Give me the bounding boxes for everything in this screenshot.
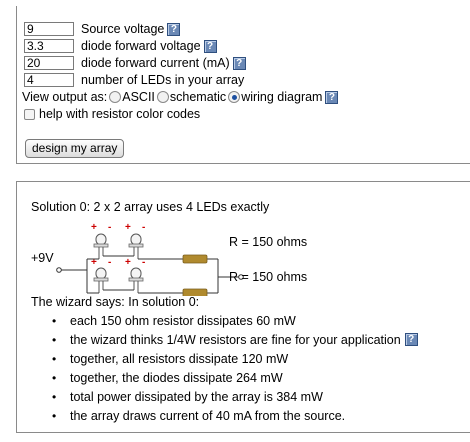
wiring-diagram-option-label[interactable]: wiring diagram: [241, 90, 322, 104]
wizard-says-list: each 150 ohm resistor dissipates 60 mW t…: [52, 311, 418, 425]
list-item: total power dissipated by the array is 3…: [52, 387, 418, 406]
circuit-wires: [61, 255, 239, 294]
bullet-text: the array draws current of 40 mA from th…: [70, 408, 346, 423]
source-voltage-help-icon[interactable]: ?: [167, 22, 181, 36]
source-voltage-input[interactable]: [24, 22, 74, 36]
polarity-minus-2: -: [142, 222, 145, 233]
view-output-help-icon[interactable]: ?: [325, 90, 339, 104]
design-form-panel: Source voltage ? diode forward voltage ?…: [16, 6, 470, 164]
bullet-text: each 150 ohm resistor dissipates 60 mW: [70, 313, 296, 328]
polarity-plus-2: +: [125, 222, 131, 233]
source-voltage-label: Source voltage: [81, 22, 165, 36]
forward-voltage-row: diode forward voltage ?: [24, 38, 217, 54]
forward-current-help-icon[interactable]: ?: [232, 56, 246, 70]
led-top-left-icon: [93, 233, 109, 259]
forward-voltage-label: diode forward voltage: [81, 39, 201, 53]
view-output-row: View output as: ASCII schematic wiring d…: [22, 89, 339, 105]
bullet-text: the wizard thinks 1/4W resistors are fin…: [70, 332, 401, 347]
led-count-input[interactable]: [24, 73, 74, 87]
supply-terminal-icon: [56, 267, 62, 273]
resistor-rating-help-icon[interactable]: ?: [404, 333, 418, 346]
ascii-radio[interactable]: [109, 91, 122, 103]
forward-voltage-input[interactable]: [24, 39, 74, 53]
wiring-diagram: + - + - + - + -: [56, 222, 244, 296]
resistor-top-icon: [182, 254, 208, 264]
bullet-text: total power dissipated by the array is 3…: [70, 389, 323, 404]
led-bottom-right-icon: [128, 267, 144, 293]
polarity-plus-1: +: [91, 222, 97, 233]
view-output-label: View output as:: [22, 90, 108, 104]
bullet-text: together, the diodes dissipate 264 mW: [70, 370, 283, 385]
led-count-row: number of LEDs in your array: [24, 72, 244, 88]
solution-panel: Solution 0: 2 x 2 array uses 4 LEDs exac…: [16, 181, 470, 433]
bullet-text: together, all resistors dissipate 120 mW: [70, 351, 289, 366]
forward-current-row: diode forward current (mA) ?: [24, 55, 246, 71]
design-array-button[interactable]: design my array: [25, 139, 125, 158]
color-codes-row: help with resistor color codes: [24, 106, 200, 122]
polarity-plus-4: +: [125, 257, 131, 268]
list-item: the array draws current of 40 mA from th…: [52, 406, 418, 425]
polarity-minus-3: -: [108, 257, 111, 268]
led-count-label: number of LEDs in your array: [81, 73, 245, 87]
polarity-minus-1: -: [108, 222, 111, 233]
color-codes-checkbox[interactable]: [24, 108, 35, 120]
wizard-says-heading: The wizard says: In solution 0:: [31, 295, 200, 309]
supply-voltage-label: +9V: [31, 251, 54, 265]
resistor-bottom-label: R = 150 ohms: [229, 270, 308, 284]
list-item: each 150 ohm resistor dissipates 60 mW: [52, 311, 418, 330]
forward-voltage-help-icon[interactable]: ?: [203, 39, 217, 53]
list-item: together, all resistors dissipate 120 mW: [52, 349, 418, 368]
resistor-top-label: R = 150 ohms: [229, 235, 308, 249]
wiring-diagram-radio[interactable]: [228, 91, 241, 103]
list-item: the wizard thinks 1/4W resistors are fin…: [52, 330, 418, 349]
forward-current-input[interactable]: [24, 56, 74, 70]
source-voltage-row: Source voltage ?: [24, 21, 181, 37]
solution-title: Solution 0: 2 x 2 array uses 4 LEDs exac…: [31, 200, 270, 214]
led-top-right-icon: [128, 233, 144, 259]
list-item: together, the diodes dissipate 264 mW: [52, 368, 418, 387]
led-bottom-left-icon: [93, 267, 109, 293]
schematic-option-label[interactable]: schematic: [170, 90, 226, 104]
forward-current-label: diode forward current (mA): [81, 56, 230, 70]
ascii-option-label[interactable]: ASCII: [122, 90, 155, 104]
color-codes-label[interactable]: help with resistor color codes: [39, 107, 200, 121]
schematic-radio[interactable]: [156, 91, 169, 103]
